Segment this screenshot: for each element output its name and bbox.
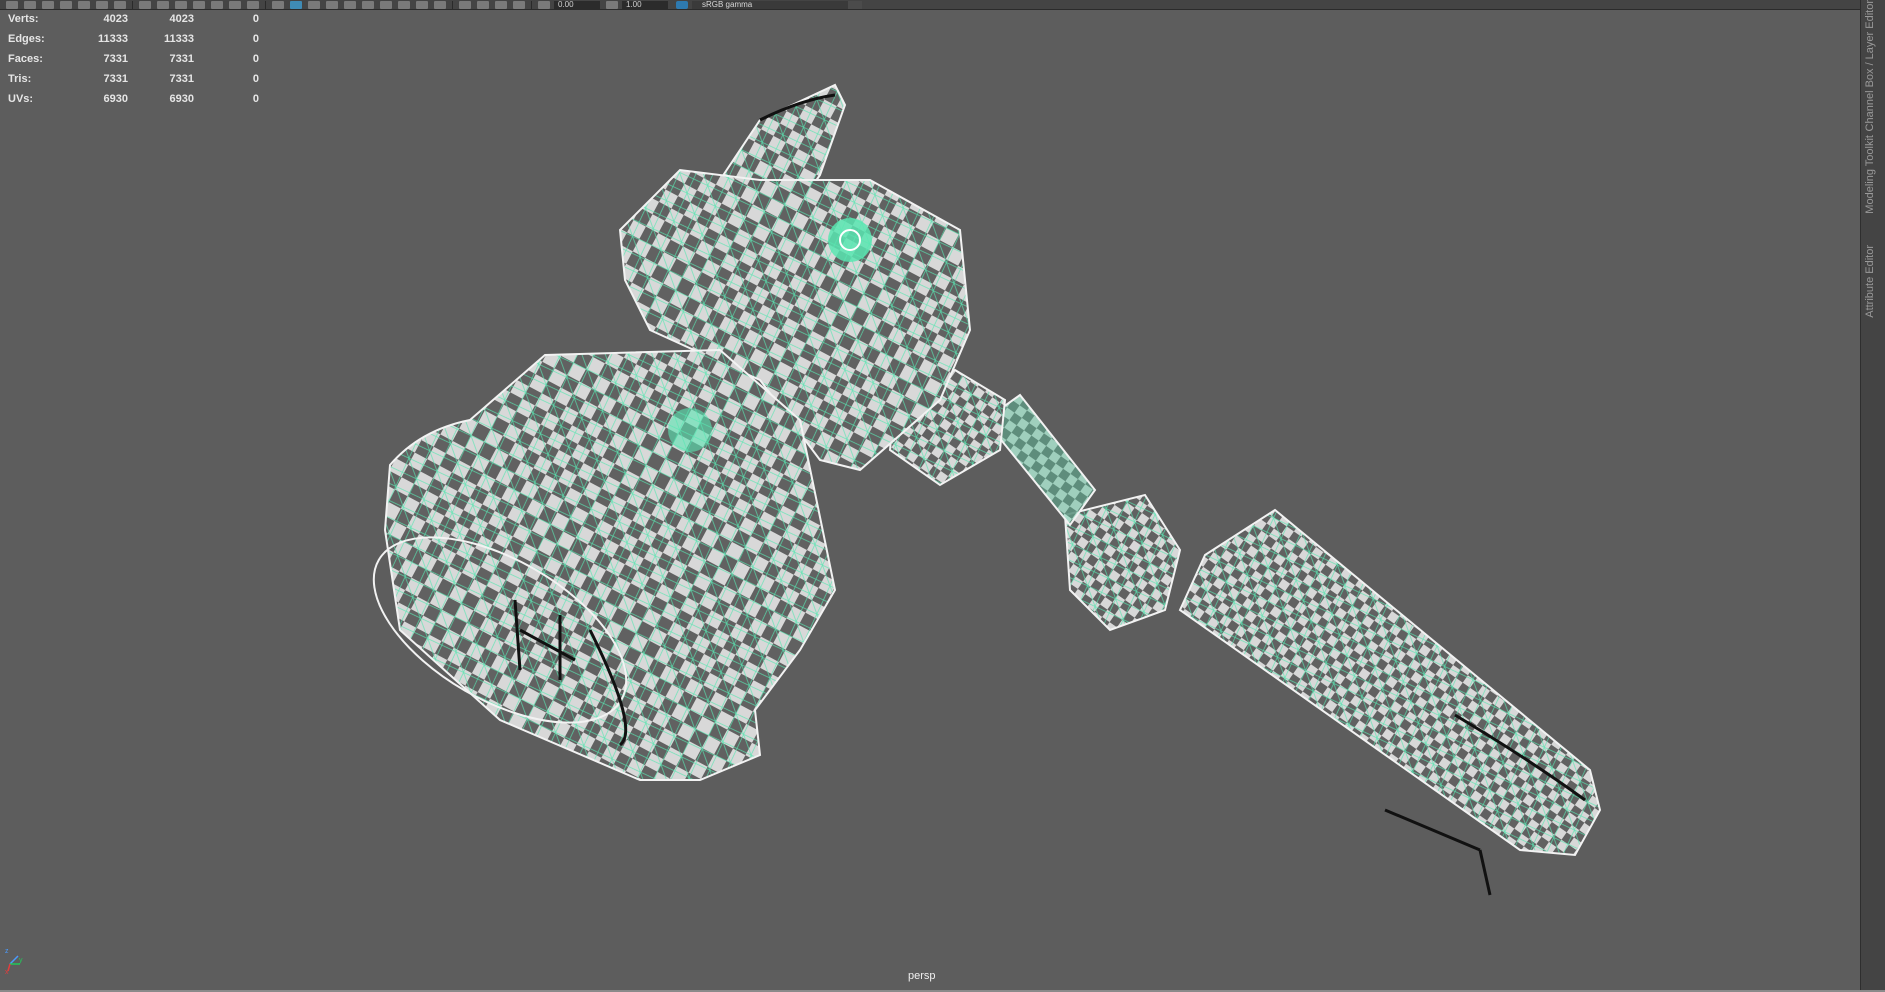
resolution-gate-icon[interactable] [175, 0, 187, 9]
toolbar-separator [452, 0, 453, 9]
xray-joints-icon[interactable] [495, 0, 507, 9]
xray-active-components-icon[interactable] [513, 0, 525, 9]
gamma-icon[interactable] [606, 0, 618, 9]
safe-title-icon[interactable] [247, 0, 259, 9]
gate-mask-icon[interactable] [193, 0, 205, 9]
bookmarks-icon[interactable] [60, 0, 72, 9]
rivet-icon [668, 408, 712, 452]
grip-ring-mesh[interactable] [1063, 493, 1182, 632]
smooth-shade-all-icon[interactable] [290, 0, 302, 9]
image-plane-icon[interactable] [78, 0, 90, 9]
2d-pan-zoom-icon[interactable] [96, 0, 108, 9]
toolbar-separator [531, 0, 532, 9]
depth-of-field-icon[interactable] [434, 0, 446, 9]
maya-viewport-app: 0.00 1.00 sRGB gamma Verts: 4023 4023 0 … [0, 0, 1885, 992]
toolbar-separator [265, 0, 266, 9]
viewport-canvas[interactable] [0, 10, 1860, 985]
view-transform-value: sRGB gamma [702, 0, 753, 9]
chevron-down-icon [848, 0, 862, 9]
wireframe-icon[interactable] [272, 0, 284, 9]
tab-attribute-editor[interactable]: Attribute Editor [1864, 245, 1876, 318]
toolbar-separator [132, 0, 133, 9]
field-chart-icon[interactable] [211, 0, 223, 9]
gamma-field[interactable]: 1.00 [622, 0, 668, 9]
hammer-face-mesh[interactable] [344, 348, 837, 781]
handle-mesh[interactable] [1178, 508, 1602, 896]
grid-icon[interactable] [139, 0, 151, 9]
exposure-field[interactable]: 0.00 [554, 0, 600, 9]
grease-pencil-icon[interactable] [114, 0, 126, 9]
hammer-model[interactable] [344, 83, 1602, 896]
tab-modeling-toolkit[interactable]: Modeling Toolkit [1864, 135, 1876, 214]
view-transform-dropdown[interactable]: sRGB gamma [692, 0, 862, 9]
textured-icon[interactable] [326, 0, 338, 9]
lock-camera-icon[interactable] [24, 0, 36, 9]
axis-y-label: y [19, 957, 23, 964]
camera-attributes-icon[interactable] [42, 0, 54, 9]
safe-action-icon[interactable] [229, 0, 241, 9]
exposure-icon[interactable] [538, 0, 550, 9]
use-all-lights-icon[interactable] [344, 0, 356, 9]
axis-gizmo-icon: z y x [5, 948, 23, 974]
camera-name-label: persp [908, 970, 936, 982]
right-dock-strip: Channel Box / Layer Editor Modeling Tool… [1860, 0, 1885, 992]
anti-aliasing-icon[interactable] [416, 0, 428, 9]
wireframe-on-shaded-icon[interactable] [308, 0, 320, 9]
film-gate-icon[interactable] [157, 0, 169, 9]
axis-x-label: x [5, 969, 9, 974]
isolate-select-icon[interactable] [459, 0, 471, 9]
tab-channel-box[interactable]: Channel Box / Layer Editor [1864, 0, 1876, 131]
screen-space-ao-icon[interactable] [380, 0, 392, 9]
xray-icon[interactable] [477, 0, 489, 9]
select-camera-icon[interactable] [6, 0, 18, 9]
color-management-icon[interactable] [676, 0, 688, 9]
shadows-icon[interactable] [362, 0, 374, 9]
motion-blur-icon[interactable] [398, 0, 410, 9]
bolt-icon [828, 218, 872, 262]
axis-z-label: z [5, 948, 9, 955]
viewport-toolbar: 0.00 1.00 sRGB gamma [0, 0, 1885, 10]
